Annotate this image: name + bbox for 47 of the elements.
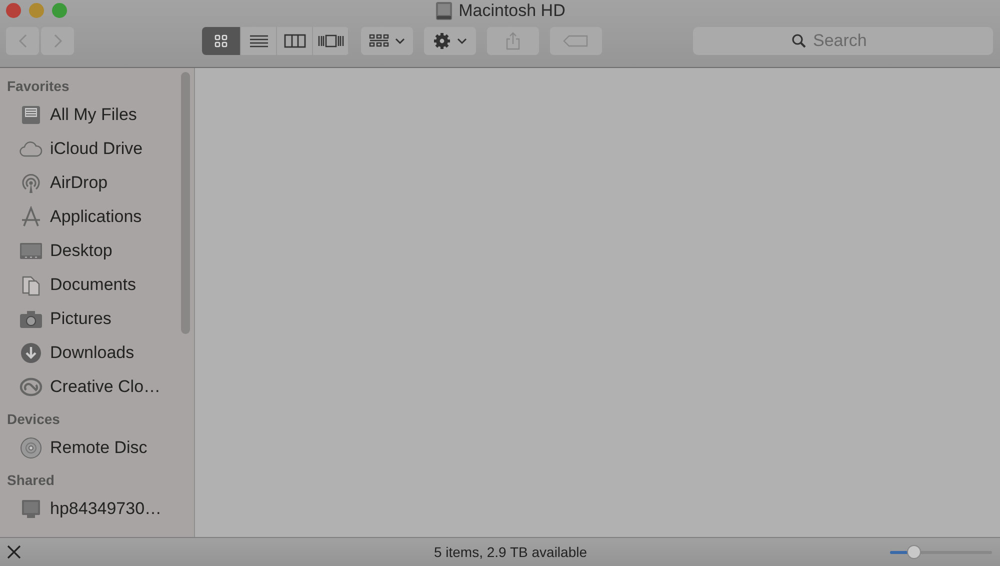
close-button[interactable] xyxy=(6,3,21,18)
camera-icon xyxy=(18,309,42,329)
sidebar-item[interactable]: iCloud Drive xyxy=(0,132,194,166)
sidebar-item[interactable]: Applications xyxy=(0,200,194,234)
columns-icon xyxy=(284,34,306,48)
sidebar-item[interactable]: Downloads xyxy=(0,336,194,370)
sidebar-item[interactable]: hp84349730… xyxy=(0,492,194,526)
download-icon xyxy=(20,342,42,364)
search-icon xyxy=(791,33,807,49)
sidebar-item[interactable]: AirDrop xyxy=(0,166,194,200)
disc-icon xyxy=(20,437,42,459)
cover-flow-icon xyxy=(318,34,344,48)
creative-cloud-icon xyxy=(18,377,42,397)
sidebar-item[interactable]: Desktop xyxy=(0,234,194,268)
list-icon xyxy=(248,34,268,48)
cloud-icon xyxy=(18,141,42,157)
section-heading: Shared xyxy=(6,471,56,490)
documents-icon xyxy=(20,274,42,296)
tools-icon[interactable] xyxy=(7,545,21,559)
arrange-grid-icon xyxy=(369,34,389,48)
chevron-right-icon xyxy=(52,33,62,49)
section-heading: Favorites xyxy=(6,77,70,96)
sidebar-item[interactable]: Documents xyxy=(0,268,194,302)
computer-icon xyxy=(20,498,42,520)
airdrop-icon xyxy=(20,172,42,194)
view-mode-button[interactable] xyxy=(202,27,241,55)
drawer-icon xyxy=(20,104,42,126)
desktop-icon xyxy=(18,241,42,261)
window-title: Macintosh HD xyxy=(458,1,566,21)
arrange-button[interactable] xyxy=(361,27,413,55)
grid-icon xyxy=(214,34,228,48)
search-field[interactable]: Search xyxy=(693,27,993,55)
chevron-left-icon xyxy=(18,33,28,49)
sidebar-item[interactable]: All My Files xyxy=(0,98,194,132)
section-heading: Devices xyxy=(6,410,61,429)
gear-icon xyxy=(433,32,451,50)
share-icon xyxy=(506,32,520,50)
sidebar-item[interactable]: Remote Disc xyxy=(0,431,194,465)
icon-size-slider[interactable] xyxy=(890,545,992,559)
sidebar-item[interactable]: Creative Clo… xyxy=(0,370,194,404)
sidebar-item[interactable]: Pictures xyxy=(0,302,194,336)
caret-icon xyxy=(457,37,467,45)
status-text: 5 items, 2.9 TB available xyxy=(432,544,588,560)
caret-icon xyxy=(395,37,405,45)
scroll-bar[interactable] xyxy=(181,72,190,334)
action-button[interactable] xyxy=(424,27,476,55)
tag-icon xyxy=(563,35,589,47)
